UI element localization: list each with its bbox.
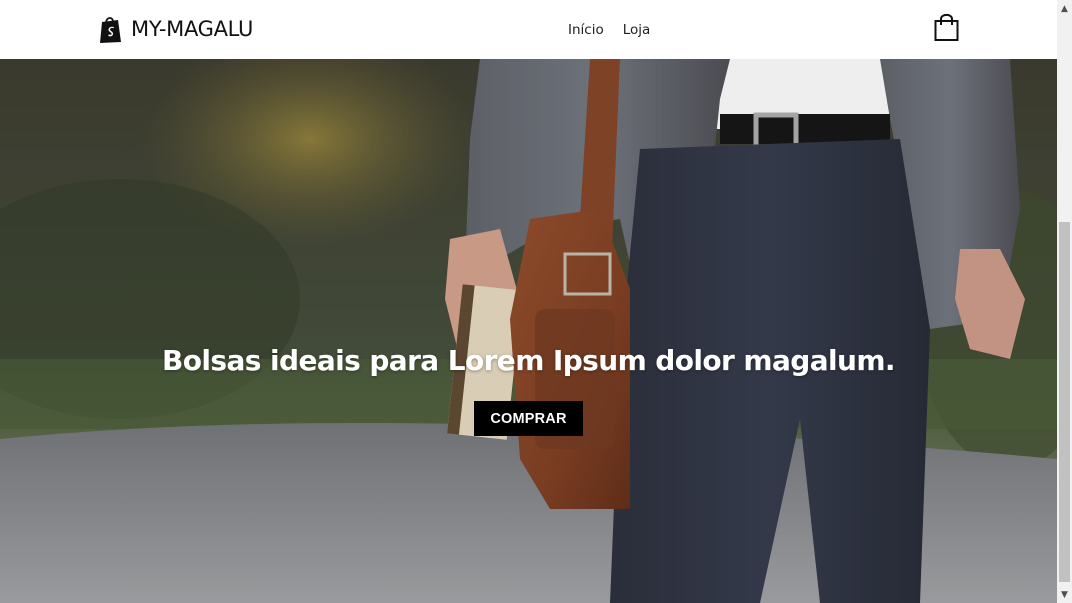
scrollbar-thumb[interactable] bbox=[1059, 222, 1070, 582]
hero-banner: Bolsas ideais para Lorem Ipsum dolor mag… bbox=[0, 59, 1057, 603]
hero-title: Bolsas ideais para Lorem Ipsum dolor mag… bbox=[162, 344, 895, 377]
main-nav: Início Loja bbox=[568, 20, 669, 40]
hero-photo bbox=[0, 59, 1057, 603]
hero-content: Bolsas ideais para Lorem Ipsum dolor mag… bbox=[0, 344, 1057, 436]
shopify-bag-icon bbox=[100, 16, 121, 43]
nav-link-inicio[interactable]: Início bbox=[568, 20, 604, 40]
vertical-scrollbar[interactable]: ▲ ▼ bbox=[1057, 0, 1072, 603]
page: MY-MAGALU Início Loja Bolsas ideais para… bbox=[0, 0, 1072, 603]
scroll-down-arrow-icon[interactable]: ▼ bbox=[1057, 586, 1072, 603]
shopping-bag-icon[interactable] bbox=[933, 12, 960, 42]
brand-logo-link[interactable]: MY-MAGALU bbox=[98, 14, 253, 44]
nav-link-loja[interactable]: Loja bbox=[623, 20, 651, 40]
comprar-button[interactable]: COMPRAR bbox=[474, 401, 583, 436]
site-header: MY-MAGALU Início Loja bbox=[0, 0, 1057, 59]
scroll-up-arrow-icon[interactable]: ▲ bbox=[1057, 0, 1072, 17]
brand-name: MY-MAGALU bbox=[131, 17, 254, 41]
